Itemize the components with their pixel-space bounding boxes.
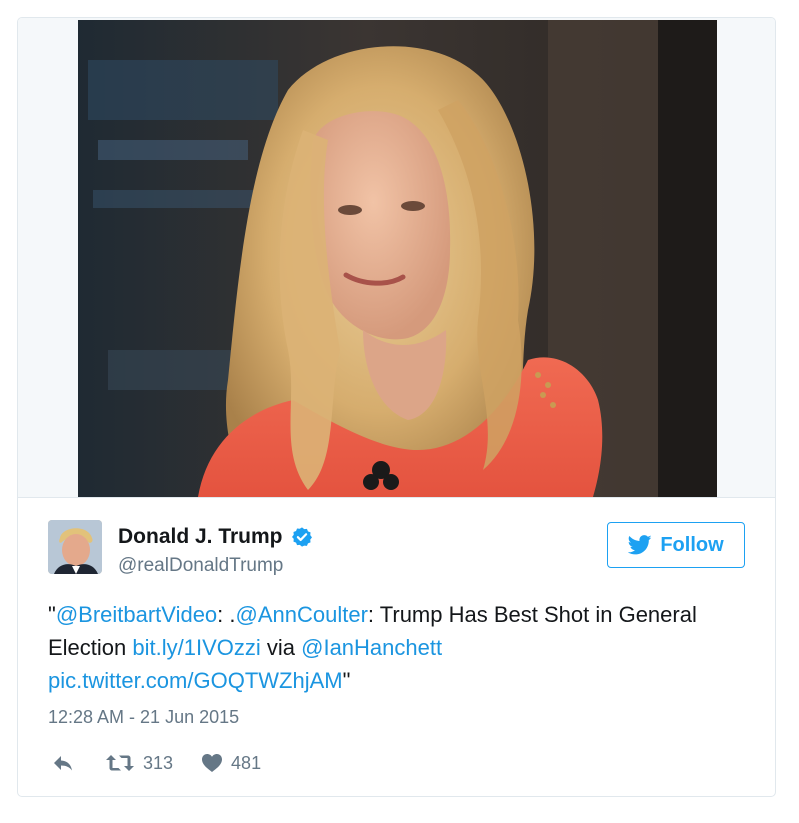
retweet-count: 313: [143, 752, 174, 773]
twitter-bird-icon: [628, 535, 652, 555]
tweet-text-segment: : .: [217, 602, 236, 627]
verified-badge-icon: [291, 527, 312, 547]
retweet-icon: [106, 755, 134, 771]
close-quote: ": [342, 668, 351, 693]
follow-label: Follow: [660, 533, 724, 556]
follow-button[interactable]: Follow: [607, 522, 745, 568]
like-button[interactable]: 481: [201, 753, 261, 774]
short-link[interactable]: bit.ly/1IVOzzi: [132, 635, 260, 660]
like-count: 481: [231, 752, 262, 773]
tweet-text-segment: via: [260, 635, 302, 660]
retweet-button[interactable]: 313: [105, 753, 173, 774]
author-avatar[interactable]: [48, 520, 102, 574]
pic-link[interactable]: pic.twitter.com/GOQTWZhjAM: [48, 668, 343, 693]
media-container: [18, 18, 775, 498]
tweet-timestamp[interactable]: 12:28 AM - 21 Jun 2015: [48, 707, 239, 728]
mention-ianhanchett[interactable]: @IanHanchett: [301, 635, 442, 660]
reply-button[interactable]: [51, 753, 75, 773]
heart-icon: [202, 754, 223, 772]
reply-icon: [54, 756, 72, 771]
tweet-text: "@BreitbartVideo: .@AnnCoulter: Trump Ha…: [48, 598, 748, 697]
tweet-photo[interactable]: [78, 20, 717, 497]
author-name[interactable]: Donald J. Trump: [118, 525, 283, 549]
tweet-card: Donald J. Trump @realDonaldTrump Follow …: [17, 17, 776, 797]
tweet-actions: 313 481: [51, 748, 261, 778]
mention-anncoulter[interactable]: @AnnCoulter: [236, 602, 368, 627]
author-handle[interactable]: @realDonaldTrump: [118, 555, 283, 577]
author-name-row: Donald J. Trump: [118, 525, 313, 549]
open-quote: ": [48, 602, 56, 627]
mention-breitbartvideo[interactable]: @BreitbartVideo: [56, 602, 217, 627]
